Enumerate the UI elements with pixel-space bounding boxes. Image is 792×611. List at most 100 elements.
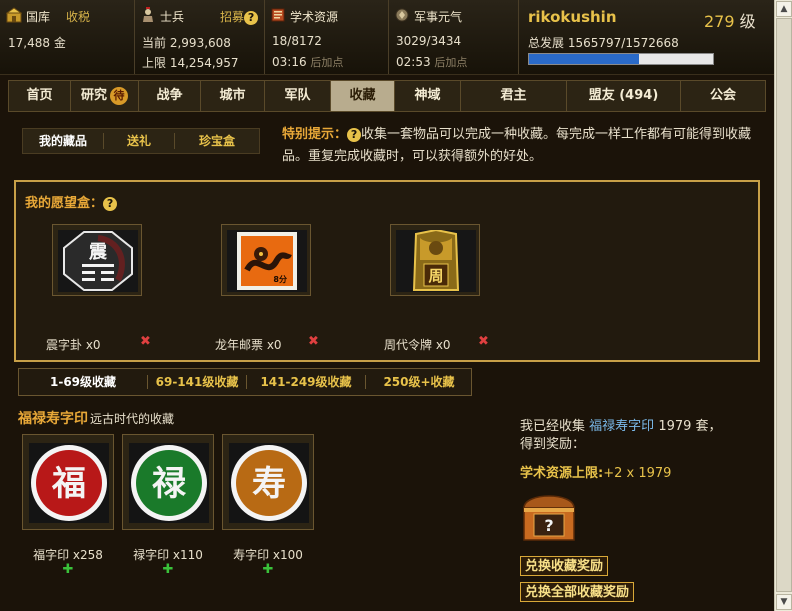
military-morale-icon xyxy=(395,8,409,22)
wish-item-label: 周代令牌 x0 xyxy=(384,338,451,352)
military-title: 军事元气 xyxy=(414,10,463,24)
military-timer: 02:53 后加点 xyxy=(396,55,468,69)
wish-box: 我的愿望盒：? 震 震字卦 x0 ✖ 8分 龙年邮票 x0 ✖ 周 周代令牌 x… xyxy=(14,180,760,362)
zhou-token-icon: 周 xyxy=(396,230,476,292)
add-icon[interactable]: ✚ xyxy=(118,562,218,577)
military-ratio: 3029/3434 xyxy=(396,34,462,48)
nav-tab-research[interactable]: 研究待 xyxy=(71,81,139,111)
player-name[interactable]: rikokushin xyxy=(528,8,617,26)
development-progress-fill xyxy=(529,54,640,64)
remove-icon[interactable]: ✖ xyxy=(478,334,489,349)
help-icon[interactable]: ? xyxy=(347,127,362,142)
redeem-all-rewards-button[interactable]: 兑换全部收藏奖励 xyxy=(520,582,635,602)
soldiers-panel: 士兵 招募? 当前 2,993,608 上限 14,254,957 xyxy=(134,0,265,74)
level-tab-141-249[interactable]: 141-249级收藏 xyxy=(247,369,365,395)
seal-item-label: 福字印 x258 xyxy=(33,548,103,562)
nav-tab-war[interactable]: 战争 xyxy=(139,81,201,111)
recruit-link[interactable]: 招募? xyxy=(220,8,259,25)
seal-item[interactable]: 寿 xyxy=(222,434,314,530)
nav-tab-city[interactable]: 城市 xyxy=(201,81,265,111)
nav-tab-divine[interactable]: 神域 xyxy=(395,81,461,111)
help-icon[interactable]: ? xyxy=(244,10,259,25)
wish-item[interactable]: 周 xyxy=(390,224,480,296)
academic-resource-icon xyxy=(271,8,285,22)
player-panel: rikokushin 279 级 总发展 1565797/1572668 xyxy=(518,0,774,74)
subtab-treasure-box[interactable]: 珍宝盒 xyxy=(175,129,259,153)
treasury-icon xyxy=(6,7,22,23)
dragon-stamp-icon: 8分 xyxy=(227,230,307,292)
lu-seal-icon: 禄 xyxy=(129,443,209,523)
level-tab-69-141[interactable]: 69-141级收藏 xyxy=(148,369,246,395)
reward-summary: 我已经收集 福禄寿字印 1979 套， 得到奖励： xyxy=(520,419,722,452)
remove-icon[interactable]: ✖ xyxy=(140,334,151,349)
treasure-chest-icon[interactable]: ? xyxy=(520,486,578,544)
collection-description: 远古时代的收藏 xyxy=(90,412,175,426)
treasury-title: 国库 xyxy=(26,10,51,24)
academic-timer: 03:16 后加点 xyxy=(272,55,344,69)
scroll-down-button[interactable]: ▼ xyxy=(776,594,792,610)
add-icon[interactable]: ✚ xyxy=(218,562,318,577)
scrollbar[interactable]: ▲ ▼ xyxy=(774,0,792,611)
fu-seal-icon: 福 xyxy=(29,443,109,523)
reward-line2: 得到奖励： xyxy=(520,437,586,452)
academic-panel: 学术资源 18/8172 03:16 后加点 xyxy=(264,0,389,74)
zhou-glyph: 周 xyxy=(428,267,443,285)
academic-ratio: 18/8172 xyxy=(272,34,322,48)
wish-item[interactable]: 震 xyxy=(52,224,142,296)
redeem-reward-button[interactable]: 兑换收藏奖励 xyxy=(520,556,609,576)
scroll-thumb[interactable] xyxy=(776,18,792,592)
collect-tax-link[interactable]: 收税 xyxy=(66,8,90,25)
military-panel: 军事元气 3029/3434 02:53 后加点 xyxy=(388,0,519,74)
wish-item[interactable]: 8分 xyxy=(221,224,311,296)
stamp-value: 8分 xyxy=(273,274,287,284)
special-tip: 特别提示：? 收集一套物品可以完成一种收藏。每完成一样工作都有可能得到收藏品。重复… xyxy=(282,124,752,168)
scroll-up-button[interactable]: ▲ xyxy=(776,1,792,17)
nav-tab-collection[interactable]: 收藏 xyxy=(331,81,395,111)
seal-glyph: 寿 xyxy=(252,464,286,504)
level-tab-250-plus[interactable]: 250级+收藏 xyxy=(366,369,472,395)
shou-seal-icon: 寿 xyxy=(229,443,309,523)
zhen-glyph: 震 xyxy=(89,242,108,263)
seal-item-label: 寿字印 x100 xyxy=(233,548,303,562)
nav-tab-allies[interactable]: 盟友 (494) xyxy=(567,81,681,111)
remove-icon[interactable]: ✖ xyxy=(308,334,319,349)
seal-glyph: 福 xyxy=(51,464,86,504)
seal-glyph: 禄 xyxy=(152,464,187,504)
collection-subtabs: 我的藏品 送礼 珍宝盒 xyxy=(22,128,260,154)
treasury-amount: 17,488 金 xyxy=(8,36,66,50)
subtab-gift[interactable]: 送礼 xyxy=(104,129,174,153)
add-icon[interactable]: ✚ xyxy=(18,562,118,577)
nav-tab-army[interactable]: 军队 xyxy=(265,81,331,111)
help-icon[interactable]: ? xyxy=(103,196,118,211)
collection-name: 福禄寿字印 xyxy=(18,411,88,427)
wish-item-label: 震字卦 x0 xyxy=(46,338,101,352)
subtab-my-collection[interactable]: 我的藏品 xyxy=(23,129,103,153)
resource-bar: 国库 收税 17,488 金 士兵 招募? 当前 2,993,608 上限 14… xyxy=(0,0,774,75)
wish-item-label: 龙年邮票 x0 xyxy=(215,338,282,352)
chest-mystery-mark: ? xyxy=(544,516,553,535)
tip-label: 特别提示： xyxy=(282,127,348,142)
development-progress-bar xyxy=(528,53,714,65)
nav-tab-monarch[interactable]: 君主 xyxy=(461,81,567,111)
nav-tab-home[interactable]: 首页 xyxy=(9,81,71,111)
reward-collection-name: 福禄寿字印 xyxy=(589,419,655,434)
seal-item[interactable]: 禄 xyxy=(122,434,214,530)
seal-item[interactable]: 福 xyxy=(22,434,114,530)
level-tabs: 1-69级收藏 69-141级收藏 141-249级收藏 250级+收藏 xyxy=(18,368,472,396)
player-level: 279 级 xyxy=(704,12,756,31)
development-progress: 总发展 1565797/1572668 xyxy=(528,36,679,50)
zhen-trigram-icon: 震 xyxy=(58,230,138,292)
collection-title: 福禄寿字印 远古时代的收藏 xyxy=(18,408,174,428)
research-pending-badge: 待 xyxy=(110,86,128,105)
reward-count: 1979 xyxy=(658,419,692,434)
wish-box-title: 我的愿望盒：? xyxy=(25,192,118,211)
treasury-panel: 国库 收税 17,488 金 xyxy=(0,0,135,74)
reward-bonus: 学术资源上限:+2 x 1979 xyxy=(520,466,672,481)
soldiers-current: 当前 2,993,608 xyxy=(142,36,231,50)
level-tab-1-69[interactable]: 1-69级收藏 xyxy=(19,369,147,395)
seal-item-label: 禄字印 x110 xyxy=(133,548,203,562)
soldiers-limit: 上限 14,254,957 xyxy=(142,56,239,70)
nav-tab-guild[interactable]: 公会 xyxy=(681,81,765,111)
main-nav: 首页 研究待 战争 城市 军队 收藏 神域 君主 盟友 (494) 公会 xyxy=(8,80,766,112)
academic-title: 学术资源 xyxy=(290,10,339,24)
